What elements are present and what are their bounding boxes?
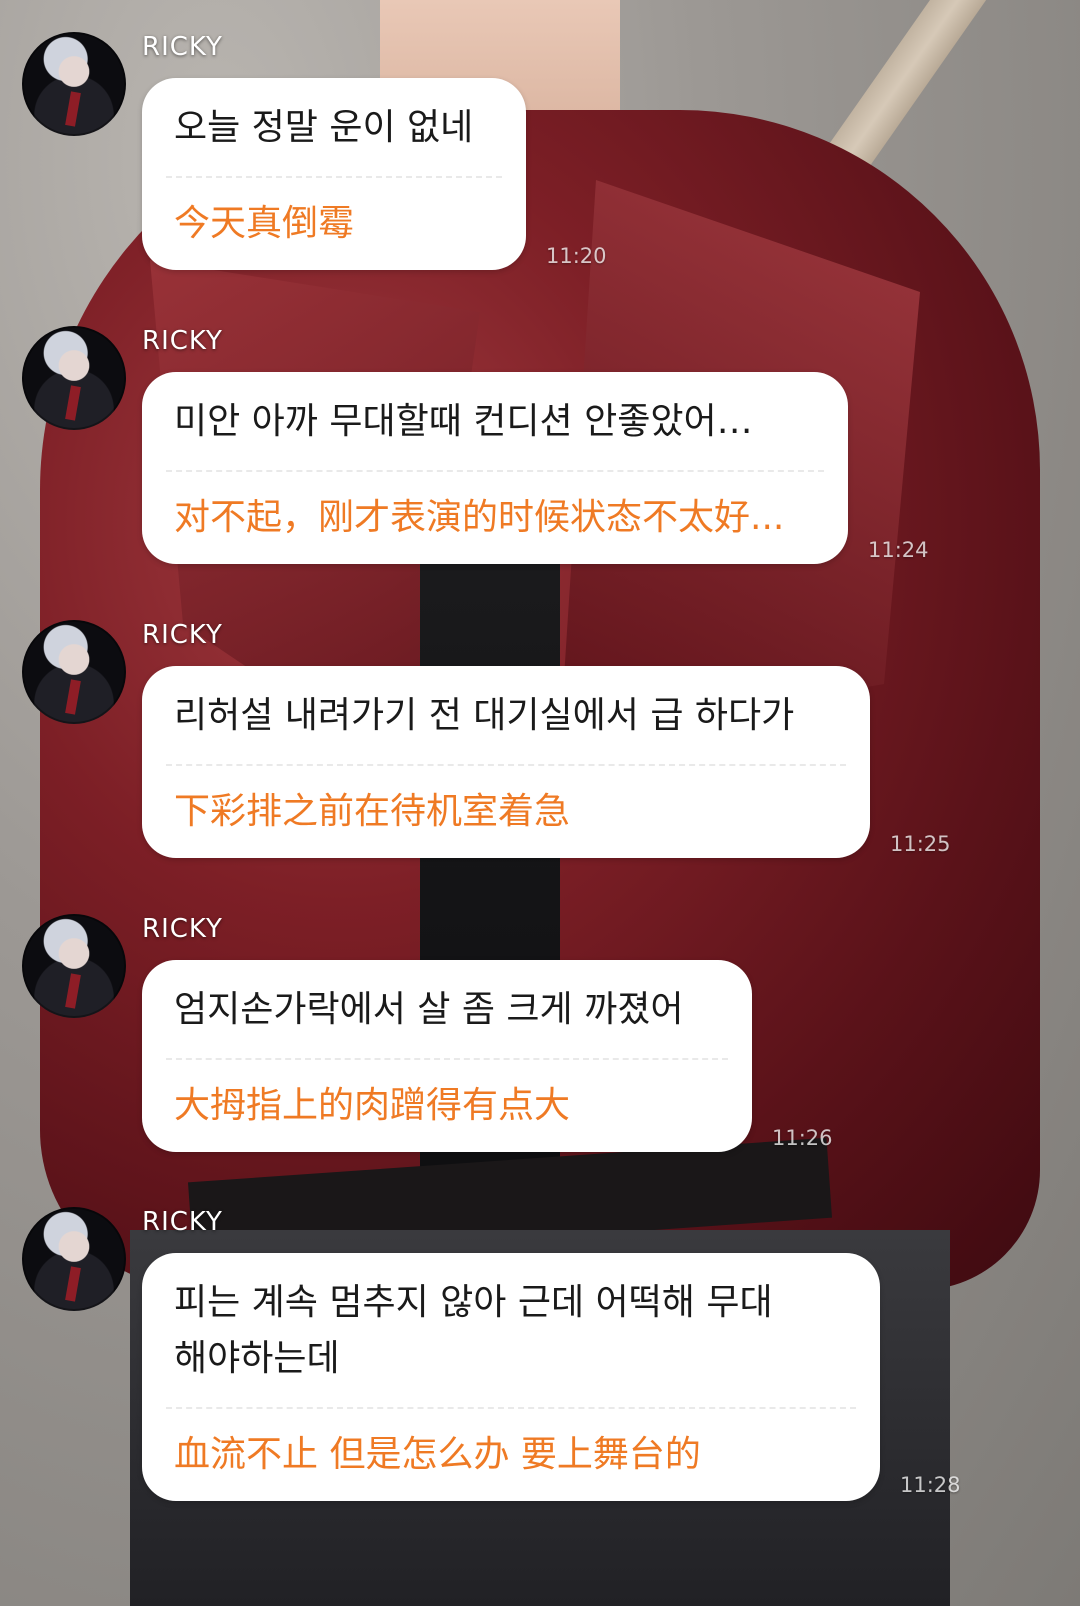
message-translation-text: 对不起，刚才表演的时候状态不太好... (174, 497, 785, 538)
avatar[interactable] (22, 914, 126, 1018)
message-bubble[interactable]: 엄지손가락에서 살 좀 크게 까졌어 大拇指上的肉蹭得有点大 (142, 960, 752, 1152)
avatar[interactable] (22, 1207, 126, 1311)
sender-name: RICKY (142, 32, 223, 62)
sender-name: RICKY (142, 1207, 223, 1237)
bubble-divider (166, 764, 846, 766)
message-timestamp: 11:28 (900, 1473, 961, 1497)
sender-name: RICKY (142, 326, 223, 356)
avatar[interactable] (22, 620, 126, 724)
message-bubble[interactable]: 미안 아까 무대할때 컨디션 안좋았어… 对不起，刚才表演的时候状态不太好... (142, 372, 848, 564)
message-original-text: 오늘 정말 운이 없네 (174, 107, 474, 148)
avatar[interactable] (22, 32, 126, 136)
bubble-divider (166, 1058, 728, 1060)
message-original-text-line-1: 피는 계속 멈추지 않아 근데 어떡해 무대 (174, 1282, 773, 1323)
message-timestamp: 11:24 (868, 538, 929, 562)
bubble-divider (166, 1407, 856, 1409)
avatar[interactable] (22, 326, 126, 430)
bubble-divider (166, 470, 824, 472)
bubble-divider (166, 176, 502, 178)
message-original-text-line-2: 해야하는데 (174, 1338, 340, 1379)
message-timestamp: 11:26 (772, 1126, 833, 1150)
message-original-text: 리허설 내려가기 전 대기실에서 급 하다가 (174, 695, 795, 736)
message-translation-text: 今天真倒霉 (174, 203, 355, 244)
message-translation-text: 大拇指上的肉蹭得有点大 (174, 1085, 571, 1126)
message-bubble[interactable]: 리허설 내려가기 전 대기실에서 급 하다가 下彩排之前在待机室着急 (142, 666, 870, 858)
message-original-text: 엄지손가락에서 살 좀 크게 까졌어 (174, 989, 684, 1030)
message-translation-text: 血流不止 但是怎么办 要上舞台的 (174, 1434, 701, 1475)
message-bubble[interactable]: 피는 계속 멈추지 않아 근데 어떡해 무대 해야하는데 血流不止 但是怎么办 … (142, 1253, 880, 1501)
message-original-text: 미안 아까 무대할때 컨디션 안좋았어… (174, 401, 753, 442)
message-bubble[interactable]: 오늘 정말 운이 없네 今天真倒霉 (142, 78, 526, 270)
sender-name: RICKY (142, 914, 223, 944)
chat-thread: RICKY 오늘 정말 운이 없네 今天真倒霉 11:20 RICKY 미안 아… (0, 0, 1080, 1606)
message-timestamp: 11:25 (890, 832, 951, 856)
message-translation-text: 下彩排之前在待机室着急 (174, 791, 571, 832)
message-timestamp: 11:20 (546, 244, 607, 268)
sender-name: RICKY (142, 620, 223, 650)
